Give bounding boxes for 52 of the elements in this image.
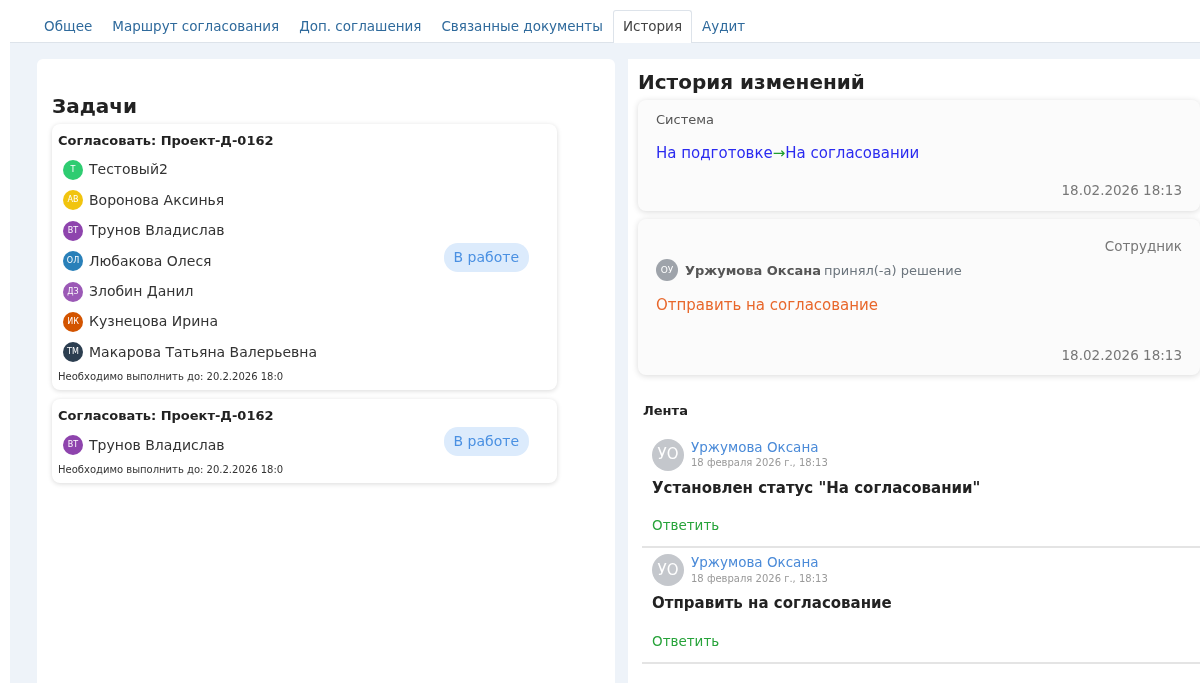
avatar: ОЛ <box>63 251 83 272</box>
assignee-name: Злобин Данил <box>89 282 194 301</box>
role-label: Сотрудник <box>1103 236 1182 256</box>
assignee-name: Любакова Олеся <box>89 251 212 271</box>
tab[interactable]: Связанные документы <box>431 10 613 44</box>
assignee-name: Макарова Татьяна Валерьевна <box>89 342 318 362</box>
post-date: 18 февраля 2026 г., 18:13 <box>691 456 828 471</box>
avatar: ТМ <box>63 342 83 363</box>
post-text: Установлен статус "На согласовании" <box>652 477 982 499</box>
task-title: Согласовать: Проект-Д-0162 <box>58 407 275 426</box>
assignee-name: Трунов Владислав <box>89 435 225 455</box>
action-text: принял(-а) решение <box>823 261 962 280</box>
timestamp: 18.02.2026 18:13 <box>1060 345 1182 365</box>
post-date: 18 февраля 2026 г., 18:13 <box>691 571 828 586</box>
reply-link[interactable]: Ответить <box>652 632 720 649</box>
section-title: Задачи <box>52 93 139 121</box>
post-text: Отправить на согласование <box>652 593 893 614</box>
author-link[interactable]: Уржумова Оксана <box>691 554 828 571</box>
arrow-icon: → <box>772 141 786 165</box>
avatar: ВТ <box>63 435 83 456</box>
status-badge: В работе <box>443 427 529 457</box>
decision-text: Отправить на согласование <box>656 295 880 317</box>
avatar: УО <box>652 554 684 586</box>
feed-title: Лента <box>643 402 689 420</box>
status-to: На согласовании <box>785 142 920 164</box>
author-name: Уржумова Оксана <box>685 261 821 280</box>
task-title: Согласовать: Проект-Д-0162 <box>58 132 275 151</box>
assignee-name: Кузнецова Ирина <box>89 312 218 332</box>
deadline-text: Необходимо выполнить до: 20.2.2026 18:0 <box>58 370 285 385</box>
assignee-name: Тестовый2 <box>89 160 168 180</box>
source-label: Система <box>656 111 716 130</box>
avatar: УО <box>652 438 684 471</box>
timestamp: 18.02.2026 18:13 <box>1060 181 1182 201</box>
status-from: На подготовке <box>656 142 773 164</box>
avatar: Т <box>63 159 83 180</box>
author-link[interactable]: Уржумова Оксана <box>691 438 828 456</box>
tab[interactable]: Аудит <box>692 10 756 44</box>
avatar: ОУ <box>656 259 678 282</box>
avatar: АВ <box>63 190 83 211</box>
section-title: История изменений <box>638 69 866 97</box>
avatar: ДЗ <box>63 281 83 302</box>
status-badge: В работе <box>443 243 529 273</box>
tab[interactable]: Общее <box>34 10 103 44</box>
assignee-name: Трунов Владислав <box>89 221 225 241</box>
tab[interactable]: История <box>612 10 692 44</box>
avatar: ВТ <box>63 220 83 241</box>
reply-link[interactable]: Ответить <box>652 517 720 533</box>
tab[interactable]: Доп. соглашения <box>289 10 432 44</box>
tab[interactable]: Маршрут согласования <box>102 10 290 44</box>
avatar: ИК <box>63 311 83 332</box>
assignee-name: Воронова Аксинья <box>89 190 225 210</box>
deadline-text: Необходимо выполнить до: 20.2.2026 18:0 <box>58 463 285 478</box>
